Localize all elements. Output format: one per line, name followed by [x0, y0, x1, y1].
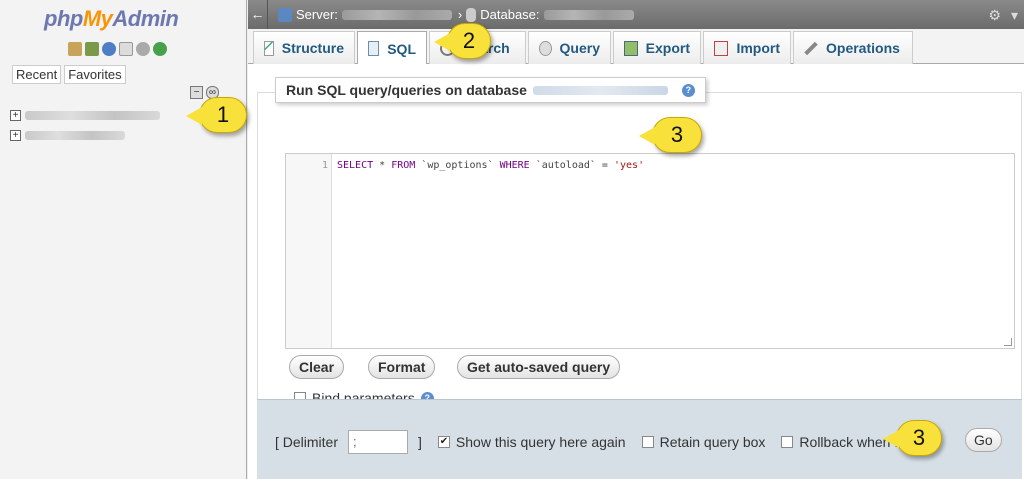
- query-icon: [539, 40, 552, 56]
- main-panel: ← Server: › Database: ⚙ ▾ Structure SQL …: [248, 0, 1024, 479]
- sql-icon: [368, 41, 380, 56]
- tab-export[interactable]: Export: [613, 31, 701, 64]
- database-name-redacted: [543, 9, 634, 20]
- export-icon: [624, 40, 638, 56]
- annotation-bubble-2: 2: [434, 23, 491, 59]
- go-button[interactable]: Go: [965, 428, 1002, 452]
- database-name-redacted: [532, 85, 668, 95]
- settings-icon[interactable]: [136, 42, 150, 56]
- collapse-all-icon[interactable]: −: [190, 86, 203, 99]
- server-name-redacted: [341, 9, 452, 20]
- structure-icon: [264, 40, 274, 56]
- resize-handle[interactable]: [1004, 338, 1012, 346]
- docs-icon[interactable]: [119, 42, 133, 56]
- reload-icon[interactable]: [153, 42, 167, 56]
- database-icon: [466, 7, 477, 22]
- sql-content: 1 SELECT * FROM `wp_options` WHERE `auto…: [248, 64, 1024, 479]
- phpmyadmin-logo[interactable]: phpMyAdmin: [44, 6, 179, 32]
- format-button[interactable]: Format: [368, 355, 436, 379]
- line-gutter: [286, 154, 332, 348]
- breadcrumb-database[interactable]: Database:: [466, 7, 634, 22]
- line-number: 1: [322, 160, 329, 171]
- tab-operations[interactable]: Operations: [793, 31, 913, 64]
- settings-icon[interactable]: ⚙: [988, 7, 1001, 24]
- home-icon[interactable]: [68, 42, 82, 56]
- collapse-sidebar-icon[interactable]: ←: [248, 0, 268, 29]
- show-query-checkbox[interactable]: ✔: [437, 436, 450, 448]
- database-tree-item[interactable]: +: [10, 110, 160, 121]
- annotation-bubble-3b: 3: [883, 420, 942, 456]
- delimiter-input[interactable]: ;: [348, 430, 409, 454]
- favorites-tab[interactable]: Favorites: [64, 65, 126, 84]
- help-icon[interactable]: ?: [681, 83, 695, 97]
- annotation-bubble-1: 1: [186, 97, 247, 133]
- expand-icon[interactable]: ▾: [1011, 7, 1018, 24]
- retain-query-box-checkbox[interactable]: [641, 436, 654, 448]
- sql-panel-legend: Run SQL query/queries on database ?: [275, 77, 706, 103]
- recent-tab[interactable]: Recent: [12, 65, 62, 84]
- database-name-redacted[interactable]: [25, 111, 160, 120]
- tab-structure[interactable]: Structure: [253, 31, 355, 64]
- breadcrumb-separator: ›: [457, 7, 463, 22]
- help-icon[interactable]: [102, 42, 116, 56]
- database-name-redacted[interactable]: [25, 131, 125, 140]
- rollback-checkbox[interactable]: [781, 436, 794, 448]
- get-auto-saved-query-button[interactable]: Get auto-saved query: [457, 355, 621, 379]
- navigation-sidebar: phpMyAdmin Recent Favorites − ∞ + +: [0, 0, 247, 479]
- import-icon: [714, 40, 729, 56]
- delimiter-label: [ Delimiter: [275, 434, 339, 450]
- retain-query-box-label: Retain query box: [659, 434, 766, 450]
- clear-button[interactable]: Clear: [289, 355, 345, 379]
- show-query-label: Show this query here again: [455, 434, 626, 450]
- tab-import[interactable]: Import: [703, 31, 791, 64]
- operations-icon: [804, 41, 818, 55]
- breadcrumb-server[interactable]: Server:: [278, 7, 452, 22]
- tab-sql[interactable]: SQL: [357, 31, 427, 65]
- sql-query-text: SELECT * FROM `wp_options` WHERE `autolo…: [337, 160, 645, 171]
- expand-icon[interactable]: +: [10, 130, 21, 141]
- sql-editor[interactable]: 1 SELECT * FROM `wp_options` WHERE `auto…: [285, 153, 1015, 349]
- quick-links: [68, 42, 167, 56]
- exit-icon[interactable]: [85, 42, 99, 56]
- breadcrumb-bar: ← Server: › Database: ⚙ ▾: [248, 0, 1024, 29]
- expand-icon[interactable]: +: [10, 110, 21, 121]
- tab-query[interactable]: Query: [528, 31, 611, 64]
- tab-bar: Structure SQL Search Query Export Import…: [248, 29, 1024, 65]
- server-icon: [278, 7, 292, 22]
- delimiter-close: ]: [418, 434, 422, 450]
- annotation-bubble-3: 3: [639, 117, 702, 153]
- database-tree-item[interactable]: +: [10, 130, 125, 141]
